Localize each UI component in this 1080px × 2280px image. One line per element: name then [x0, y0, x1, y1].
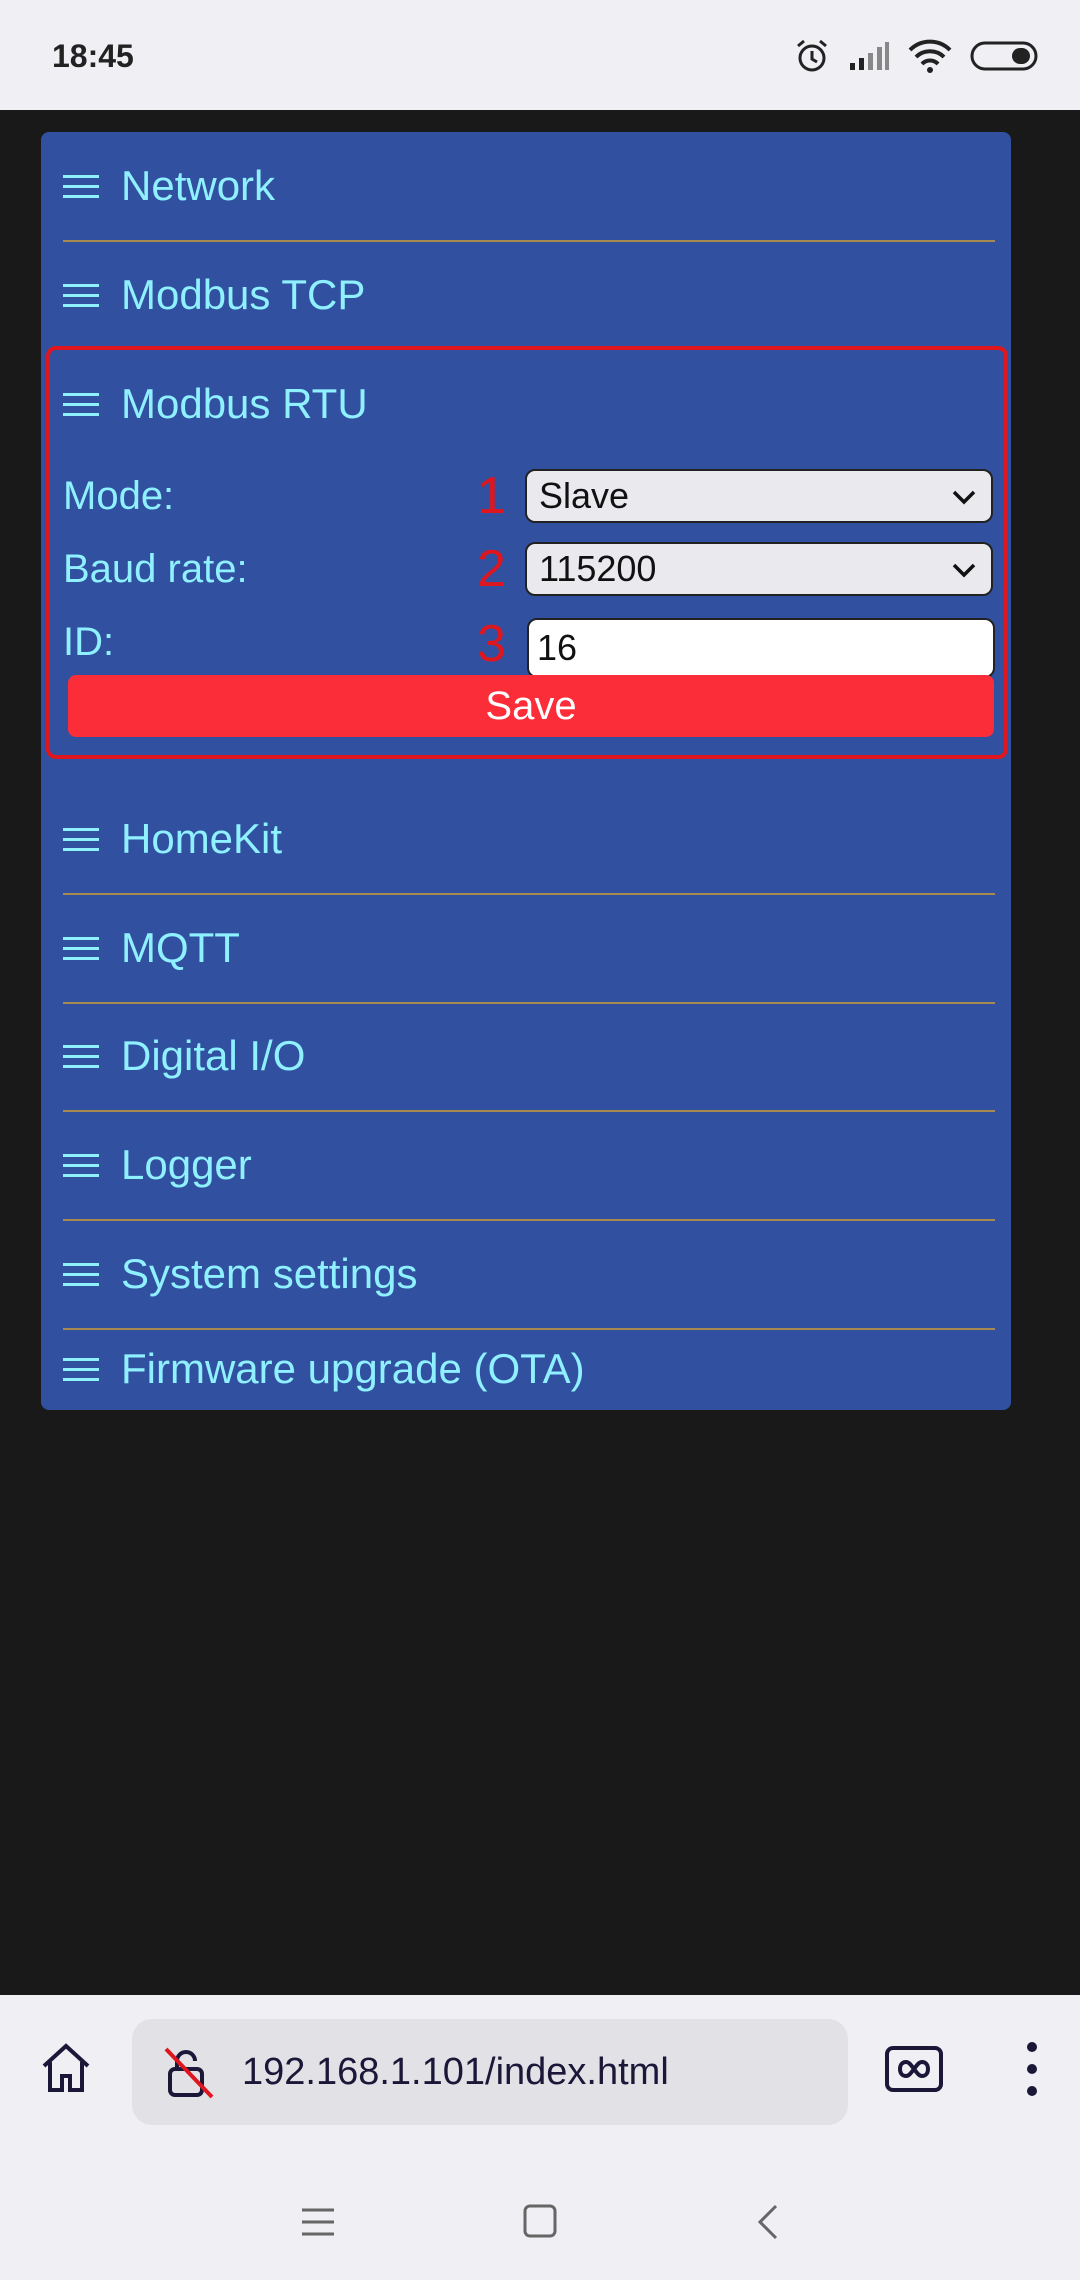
wifi-icon [908, 39, 952, 73]
id-label: ID: [63, 620, 115, 664]
status-bar: 18:45 [0, 0, 1080, 110]
home-icon[interactable] [38, 2040, 94, 2101]
baud-rate-value: 115200 [539, 548, 657, 589]
menu-icon [63, 821, 99, 858]
menu-item-homekit[interactable]: HomeKit [63, 785, 995, 895]
alarm-icon [794, 38, 830, 74]
menu-icon [63, 386, 99, 423]
menu-item-logger[interactable]: Logger [63, 1111, 995, 1221]
chevron-down-icon [952, 563, 976, 578]
system-navigation-bar [0, 2147, 1080, 2280]
menu-item-modbus-rtu[interactable]: Modbus RTU [63, 350, 995, 458]
menu-icon [63, 1256, 99, 1293]
annotation-number: 2 [477, 540, 506, 598]
menu-item-mqtt[interactable]: MQTT [63, 894, 995, 1004]
menu-icon [63, 1351, 99, 1388]
settings-panel: Network Modbus TCP Modbus RTU Mode: 1 Sl… [41, 132, 1011, 1410]
url-text: 192.168.1.101/index.html [242, 2051, 669, 2093]
url-bar[interactable]: 192.168.1.101/index.html [132, 2019, 848, 2125]
recent-apps-icon[interactable] [300, 2207, 336, 2242]
menu-item-label: Modbus TCP [121, 271, 366, 318]
mode-value: Slave [539, 475, 630, 516]
menu-item-firmware-upgrade[interactable]: Firmware upgrade (OTA) [63, 1329, 995, 1409]
status-icons [794, 30, 1040, 82]
insecure-lock-icon[interactable] [162, 2045, 218, 2106]
menu-icon [63, 277, 99, 314]
menu-item-label: System settings [121, 1250, 418, 1297]
menu-item-system-settings[interactable]: System settings [63, 1220, 995, 1330]
baud-rate-select[interactable]: 115200 [525, 542, 993, 596]
signal-icon [848, 41, 890, 71]
browser-toolbar: 192.168.1.101/index.html [0, 1995, 1080, 2147]
home-nav-icon[interactable] [522, 2203, 558, 2244]
menu-item-label: Firmware upgrade (OTA) [121, 1345, 585, 1392]
menu-icon [63, 1038, 99, 1075]
menu-item-label: HomeKit [121, 815, 283, 862]
menu-icon [63, 168, 99, 205]
menu-item-modbus-tcp[interactable]: Modbus TCP [63, 241, 995, 349]
menu-item-label: Modbus RTU [121, 380, 368, 427]
status-time: 18:45 [52, 38, 134, 74]
back-icon[interactable] [756, 2203, 780, 2246]
annotation-number: 3 [477, 615, 506, 673]
reading-mode-icon[interactable] [884, 2045, 944, 2098]
annotation-number: 1 [477, 467, 506, 525]
baud-rate-label: Baud rate: [63, 547, 248, 591]
menu-icon [63, 930, 99, 967]
more-options-icon[interactable] [1024, 2040, 1040, 2103]
chevron-down-icon [952, 490, 976, 505]
menu-item-label: Digital I/O [121, 1032, 306, 1079]
id-input[interactable]: 16 [527, 618, 995, 678]
menu-item-label: Network [121, 162, 276, 209]
menu-icon [63, 1147, 99, 1184]
menu-item-label: Logger [121, 1141, 252, 1188]
menu-item-label: MQTT [121, 924, 240, 971]
page-content: Network Modbus TCP Modbus RTU Mode: 1 Sl… [0, 110, 1080, 1995]
menu-item-network[interactable]: Network [63, 132, 995, 242]
save-button[interactable]: Save [68, 675, 994, 737]
menu-item-digital-io[interactable]: Digital I/O [63, 1002, 995, 1112]
mode-select[interactable]: Slave [525, 469, 993, 523]
battery-icon [970, 40, 1040, 72]
mode-label: Mode: [63, 474, 175, 518]
